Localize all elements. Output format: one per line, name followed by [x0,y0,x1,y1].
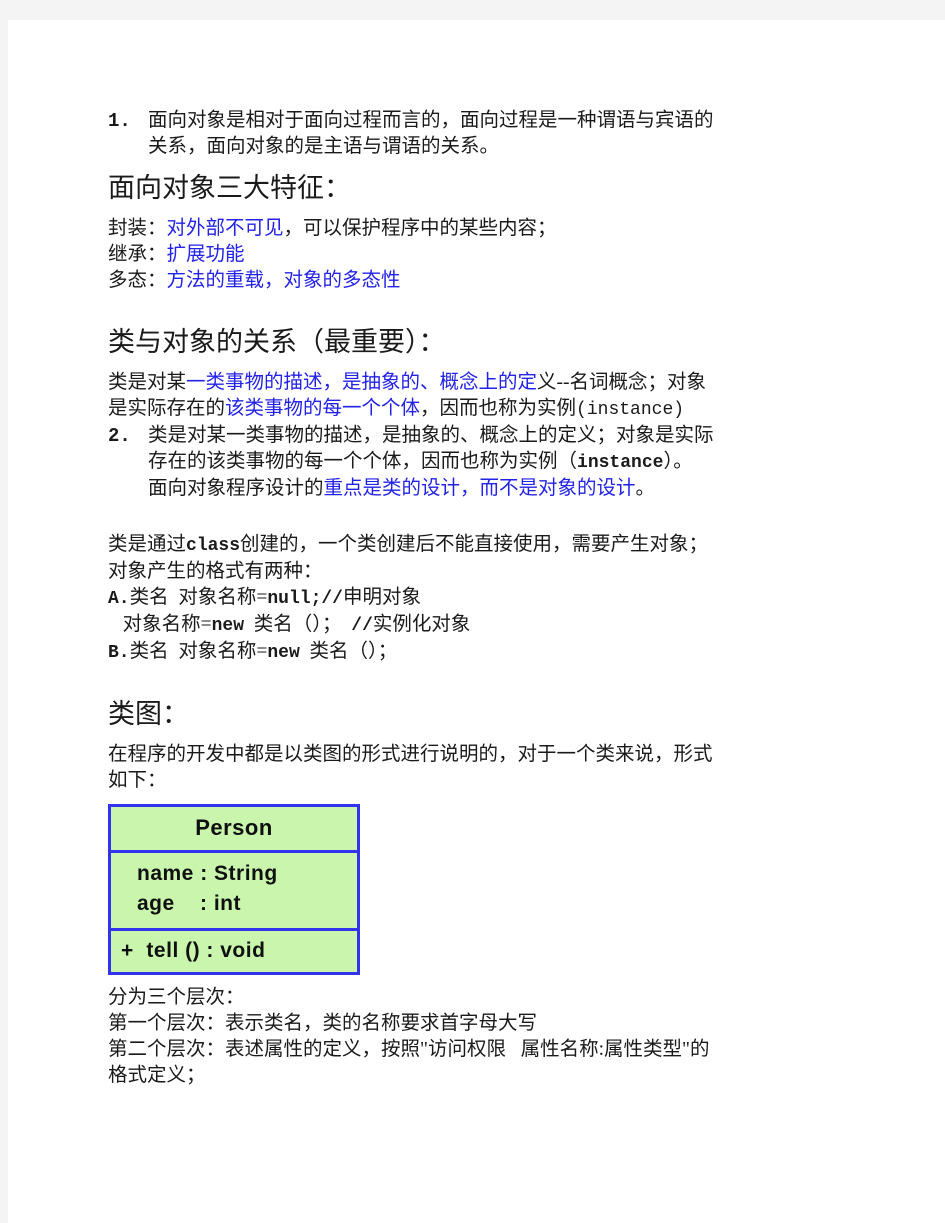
polymorphism-label: 多态： [108,270,167,291]
option-a-null-code: null;// [267,589,343,609]
uml-attributes-section: name : String age : int [111,853,357,931]
option-a-marker: A. [108,589,130,609]
option-a-cont-c: 实例化对象 [372,614,471,635]
list-item-text: 面向对象是相对于面向过程而言的，面向过程是一种谓语与宾语的 关系，面向对象的是主语… [148,108,878,160]
cd-intro-line1: 在程序的开发中都是以类图的形式进行说明的，对于一个类来说，形式 [108,744,713,765]
option-a-cont-b: 类名（）； [244,614,352,635]
feature-polymorphism: 多态：方法的重载，对象的多态性 [108,268,878,294]
uml-attribute: name : String [137,862,278,885]
creation-option-a-cont: 对象名称=new 类名（）； //实例化对象 [108,612,878,639]
layer2-line2: 格式定义； [108,1065,206,1086]
co-l1-black-a: 类是对某 [108,372,187,393]
list-item-2: 2. 类是对某一类事物的描述，是抽象的、概念上的定义；对象是实际 存在的该类事物的… [108,423,878,502]
option-a-new-code: new [211,616,245,636]
item2-instance-code: instance [577,453,664,473]
feature-inheritance: 继承：扩展功能 [108,242,878,268]
creation-class-keyword: class [186,536,241,556]
uml-class-diagram: Person name : String age : int + tell ()… [108,804,360,975]
co-l2-black-b: ，因而也称为实例 [420,398,577,419]
co-l1-highlight: 一类事物的描述，是抽象的、概念上的定 [186,372,538,393]
uml-attribute: age : int [137,892,242,915]
creation-l1-a: 类是通过 [108,534,187,555]
option-a-text-a: 类名 对象名称= [129,587,268,608]
item1-line1: 面向对象是相对于面向过程而言的，面向过程是一种谓语与宾语的 [148,110,714,131]
co-l2-instance-code: (instance) [576,400,685,420]
list-item-1: 1. 面向对象是相对于面向过程而言的，面向过程是一种谓语与宾语的 关系，面向对象的… [108,108,878,160]
option-a-cont-a: 对象名称= [122,614,212,635]
item2-line3-end: 。 [635,478,656,499]
option-b-text-a: 类名 对象名称= [129,641,268,662]
heading-class-object-relation: 类与对象的关系（最重要）： [108,327,446,357]
list-marker: 2. [108,425,131,447]
creation-option-a: A.类名 对象名称=null;//申明对象 [108,585,878,612]
uml-operations-section: + tell () : void [111,931,357,972]
option-a-comment-code: // [351,616,373,636]
document-content: 1. 面向对象是相对于面向过程而言的，面向过程是一种谓语与宾语的 关系，面向对象的… [108,108,878,1089]
layer2-line1: 第二个层次：表述属性的定义，按照"访问权限 属性名称:属性类型"的 [108,1039,710,1060]
inheritance-highlight: 扩展功能 [166,244,245,265]
polymorphism-highlight: 方法的重载，对象的多态性 [166,270,401,291]
encapsulation-highlight: 对外部不可见 [166,218,284,239]
document-page: 1. 面向对象是相对于面向过程而言的，面向过程是一种谓语与宾语的 关系，面向对象的… [8,20,945,1223]
item2-line2-a: 存在的该类事物的每一个个体，因而也称为实例（ [148,451,578,472]
option-b-marker: B. [108,643,130,663]
list-marker: 1. [108,110,131,132]
option-b-new-code: new [267,643,300,663]
creation-option-b: B.类名 对象名称=new 类名（）； [108,639,878,666]
co-l1-black-b: 义--名词概念；对象 [537,372,707,393]
encapsulation-rest: ，可以保护程序中的某些内容； [283,218,557,239]
class-diagram-intro: 在程序的开发中都是以类图的形式进行说明的，对于一个类来说，形式 如下： [108,742,878,794]
option-a-text-b: 申明对象 [342,587,421,608]
co-l2-black-a: 是实际存在的 [108,398,226,419]
item1-line2: 关系，面向对象的是主语与谓语的关系。 [148,136,500,157]
class-object-paragraph: 类是对某一类事物的描述，是抽象的、概念上的定义--名词概念；对象是实际存在的该类… [108,370,878,423]
uml-class-name: Person [111,807,357,853]
item2-line3-black: 面向对象程序设计的 [148,478,324,499]
inheritance-label: 继承： [108,244,167,265]
list-item-text: 类是对某一类事物的描述，是抽象的、概念上的定义；对象是实际 存在的该类事物的每一个… [148,423,878,502]
cd-intro-line2: 如下： [108,770,167,791]
co-l2-highlight: 该类事物的每一个个体 [225,398,421,419]
heading-class-diagram: 类图： [108,699,189,729]
creation-intro-line2: 对象产生的格式有两种： [108,561,323,582]
item2-line3-highlight: 重点是类的设计，而不是对象的设计 [323,478,636,499]
uml-operation: + tell () : void [121,939,266,962]
creation-l1-b: 创建的，一个类创建后不能直接使用，需要产生对象； [240,534,709,555]
layer-one-description: 第一个层次：表示类名，类的名称要求首字母大写 [108,1013,538,1034]
layers-intro: 分为三个层次： [108,987,245,1008]
creation-intro-line1: 类是通过class创建的，一个类创建后不能直接使用，需要产生对象； [108,532,878,559]
encapsulation-label: 封装： [108,218,167,239]
item2-line2-b: ）。 [663,451,693,472]
layer-two-description: 第二个层次：表述属性的定义，按照"访问权限 属性名称:属性类型"的 格式定义； [108,1037,878,1089]
option-a-cont-indent [108,614,123,635]
feature-encapsulation: 封装：对外部不可见，可以保护程序中的某些内容； [108,216,878,242]
option-b-text-b: 类名（）； [299,641,398,662]
heading-three-features: 面向对象三大特征： [108,173,351,203]
item2-line1: 类是对某一类事物的描述，是抽象的、概念上的定义；对象是实际 [148,425,714,446]
